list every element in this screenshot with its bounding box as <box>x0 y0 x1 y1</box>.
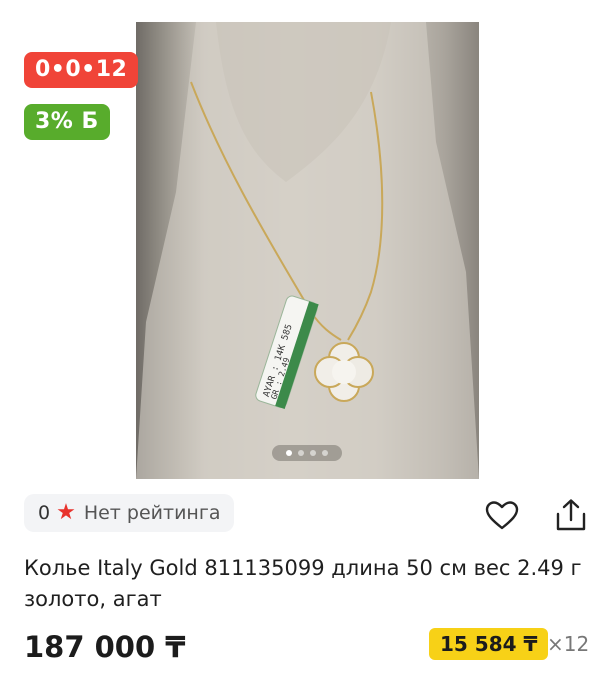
star-icon: ★ <box>56 500 76 525</box>
monthly-payment[interactable]: 15 584 ₸ <box>429 628 549 660</box>
rating-value: 0 <box>38 502 51 524</box>
share-icon <box>556 499 586 531</box>
carousel-dot[interactable] <box>286 450 292 456</box>
heart-icon <box>485 501 519 530</box>
product-title: Колье Italy Gold 811135099 длина 50 см в… <box>24 556 582 611</box>
product-price: 187 000 ₸ <box>24 630 186 664</box>
installment-badge: 0•0•12 <box>24 52 139 88</box>
product-photo[interactable]: AYAR : 14K 585 GR : 2.49 <box>136 22 479 479</box>
carousel-dot[interactable] <box>322 450 328 456</box>
rating-label: Нет рейтинга <box>83 502 221 524</box>
rating-chip[interactable]: 0 ★ Нет рейтинга <box>24 494 235 532</box>
necklace-illustration: AYAR : 14K 585 GR : 2.49 <box>136 22 479 479</box>
carousel-dot[interactable] <box>298 450 304 456</box>
carousel-indicator <box>272 445 342 461</box>
bonus-badge: 3% Б <box>24 104 110 140</box>
share-button[interactable] <box>552 497 590 535</box>
carousel-dot[interactable] <box>310 450 316 456</box>
favorite-button[interactable] <box>483 497 521 535</box>
installment-months: ×12 <box>547 632 590 656</box>
